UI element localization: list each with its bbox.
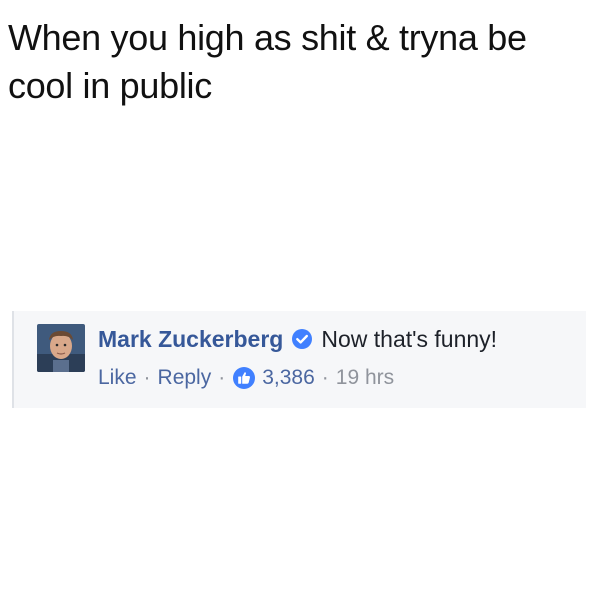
facebook-comment: Mark Zuckerberg Now that's funny! Like ·… — [12, 311, 586, 408]
like-count[interactable]: 3,386 — [262, 366, 315, 390]
meme-page: When you high as shit & tryna be cool in… — [0, 0, 600, 600]
separator: · — [143, 366, 151, 389]
thumbs-up-icon[interactable] — [232, 366, 256, 390]
comment-timestamp[interactable]: 19 hrs — [336, 366, 394, 390]
avatar-image — [37, 324, 85, 372]
comment-line: Mark Zuckerberg Now that's funny! — [98, 324, 497, 354]
comment-text: Now that's funny! — [321, 325, 498, 352]
separator: · — [218, 366, 226, 389]
meme-caption: When you high as shit & tryna be cool in… — [8, 17, 527, 106]
reply-link[interactable]: Reply — [158, 366, 212, 390]
avatar[interactable] — [37, 324, 85, 372]
comment-actions: Like · Reply · 3,386 · 19 hrs — [98, 363, 394, 393]
comment-author-name[interactable]: Mark Zuckerberg — [98, 326, 283, 353]
verified-check-icon — [291, 328, 313, 350]
separator: · — [321, 366, 329, 389]
like-link[interactable]: Like — [98, 366, 137, 390]
